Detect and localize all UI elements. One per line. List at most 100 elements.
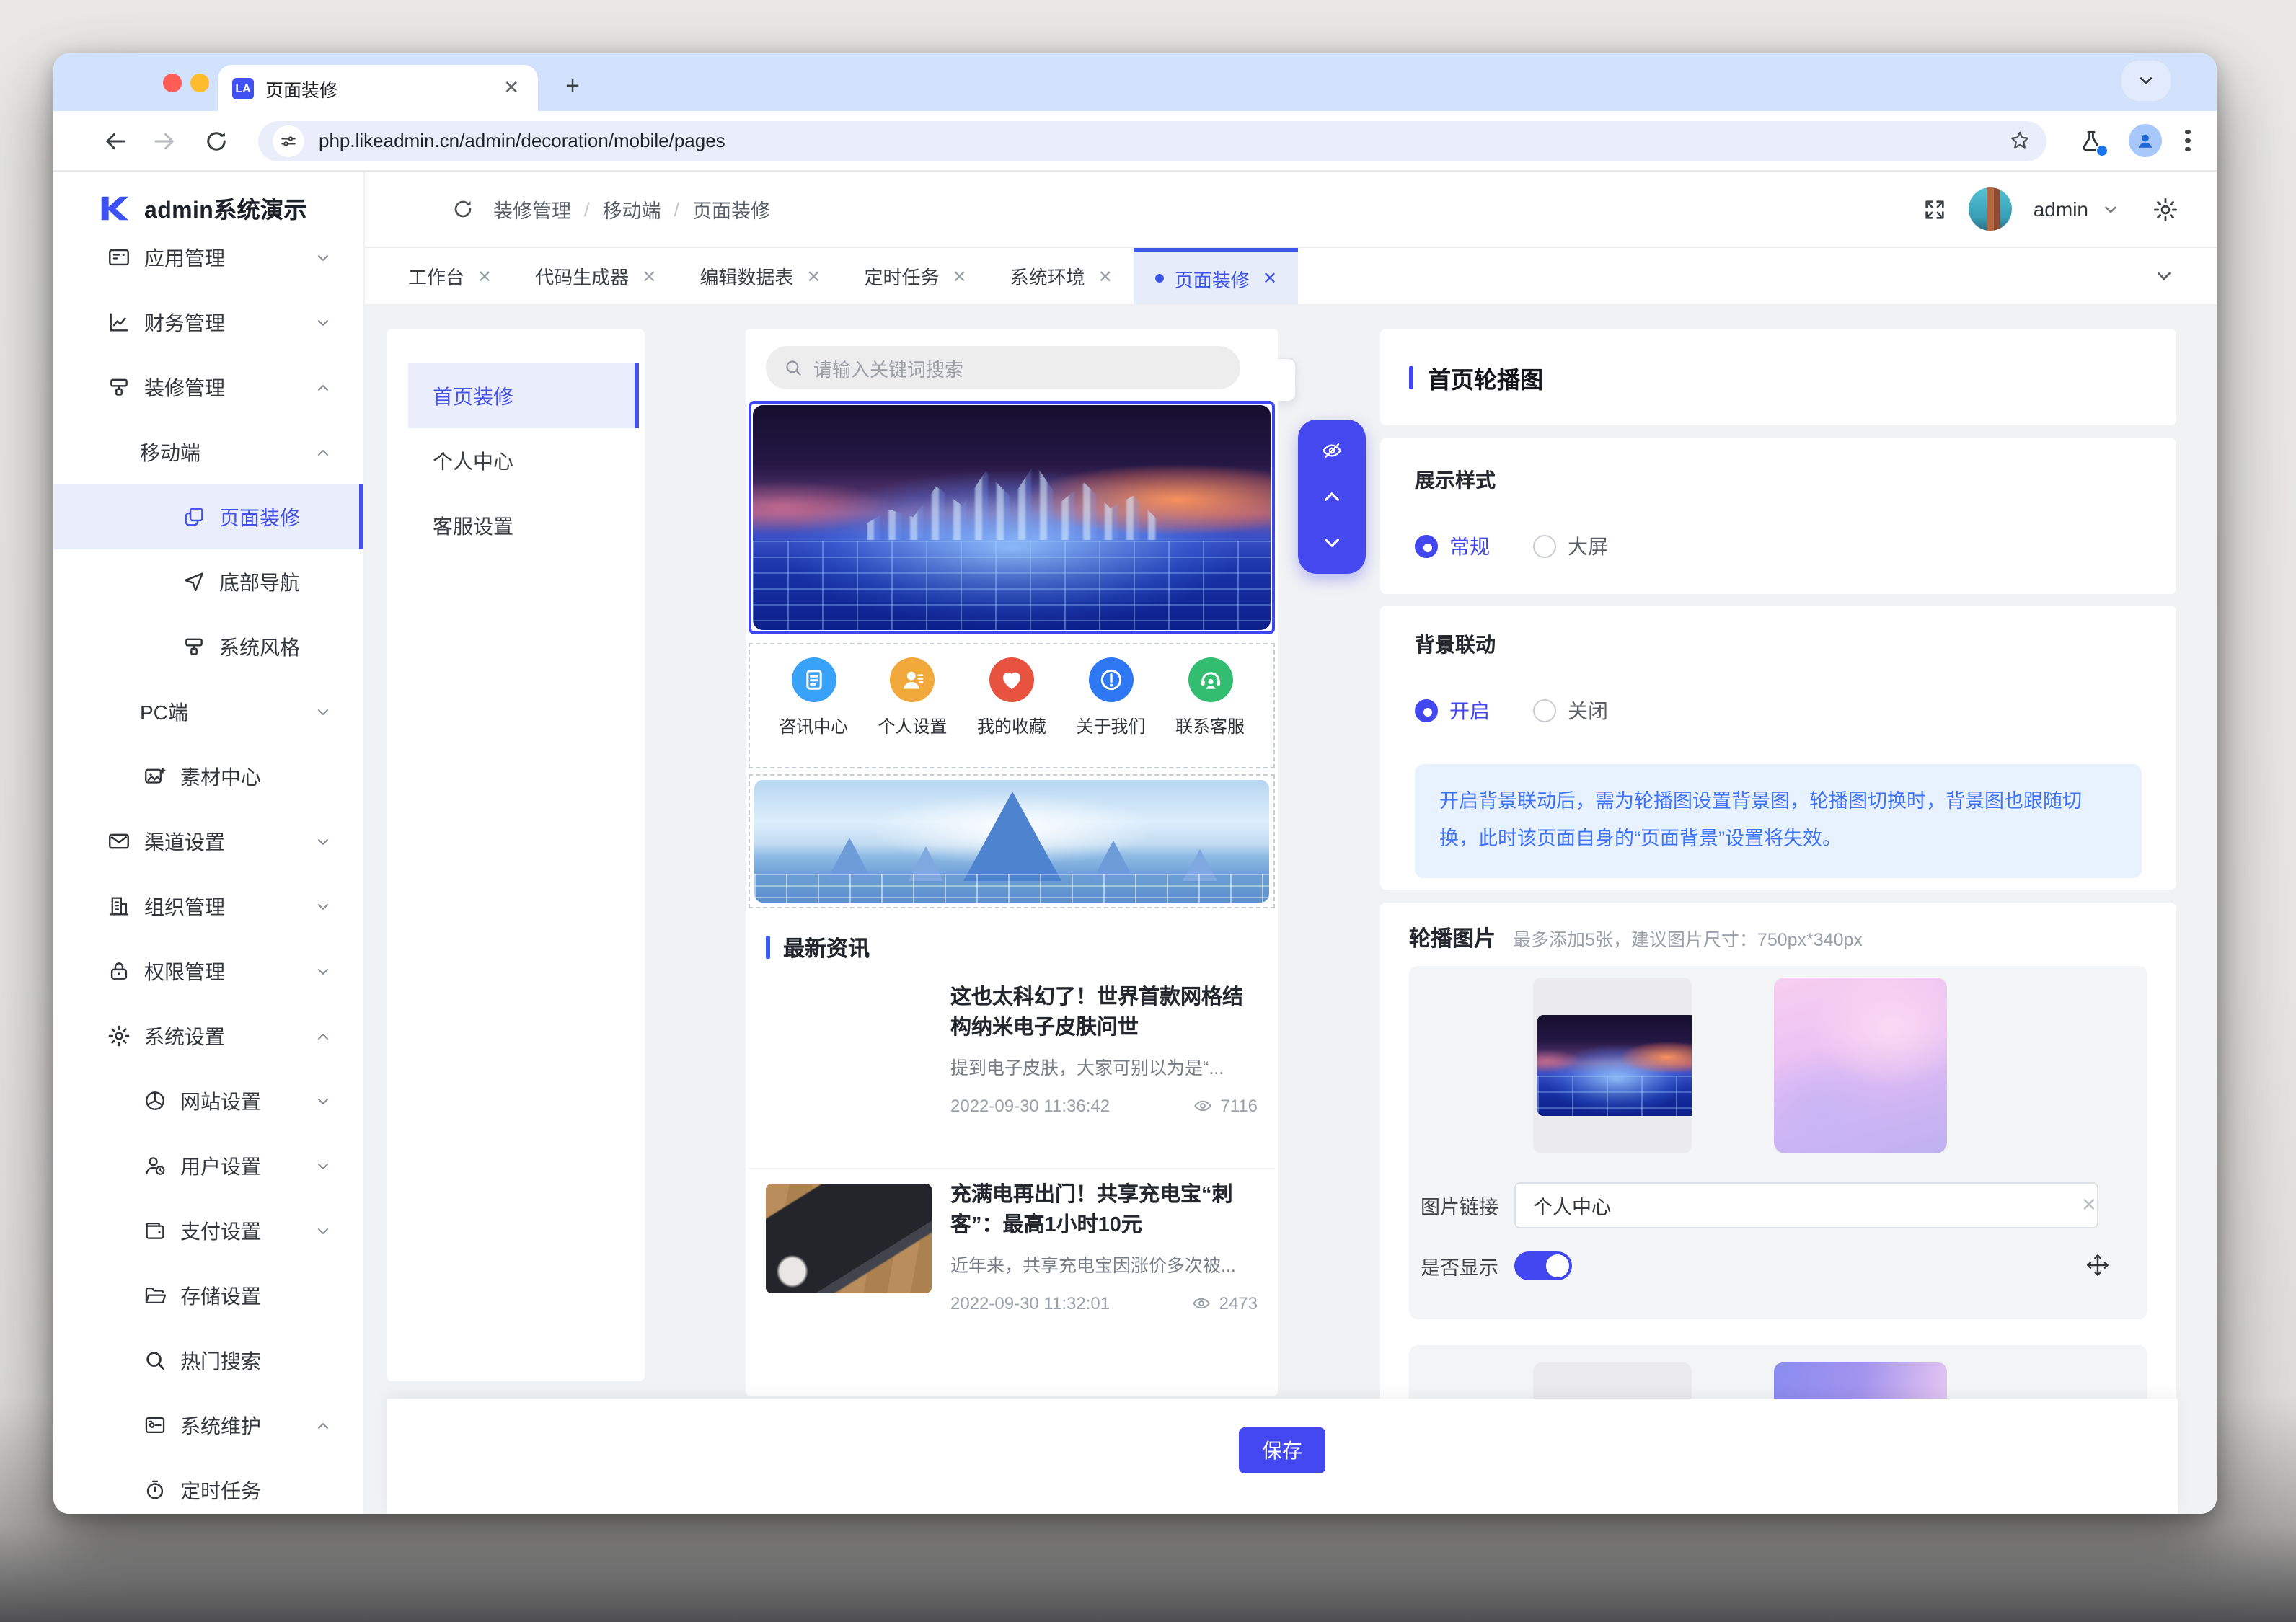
sidebar-item-cron-task[interactable]: 定时任务 [53,1458,363,1514]
user-name[interactable]: admin [2034,198,2088,221]
hide-widget-icon[interactable] [1320,438,1344,463]
nav-item[interactable]: 联系客服 [1167,657,1253,767]
sidebar-item-pay-settings[interactable]: 支付设置 [53,1198,363,1263]
save-button[interactable]: 保存 [1239,1427,1325,1473]
carousel-widget-selected[interactable] [749,401,1275,634]
address-bar[interactable]: php.likeadmin.cn/admin/decoration/mobile… [258,120,2046,161]
news-item[interactable]: 充满电再出门！共享充电宝“刺客”：最高1小时10元 近年来，共享充电宝因涨价多次… [749,1168,1275,1364]
tab-system-env[interactable]: 系统环境✕ [989,248,1134,304]
reload-icon[interactable] [203,128,229,154]
radio-normal[interactable]: 常规 [1415,532,1490,561]
search-icon [783,358,803,378]
sidebar-item-permission[interactable]: 权限管理 [53,939,363,1003]
close-icon[interactable]: ✕ [1263,268,1277,288]
sidebar-item-hot-search[interactable]: 热门搜索 [53,1328,363,1393]
nav-item[interactable]: 关于我们 [1068,657,1154,767]
sidebar-item-mobile[interactable]: 移动端 [53,420,363,484]
tab-label: 工作台 [408,262,464,290]
close-icon[interactable]: ✕ [477,266,492,286]
experiments-flask-icon[interactable] [2078,128,2104,154]
inspector-title: 首页轮播图 [1428,360,1543,394]
link-input[interactable] [1514,1182,2098,1228]
tab-close-icon[interactable]: ✕ [499,76,524,99]
sidebar-item-app-manage[interactable]: 应用管理 [53,225,363,290]
sidebar-item-organization[interactable]: 组织管理 [53,874,363,939]
breadcrumb-item[interactable]: 移动端 [603,195,661,223]
site-settings-icon[interactable] [273,125,304,156]
sidebar-item-decoration[interactable]: 装修管理 [53,355,363,420]
minimize-window-button[interactable] [190,74,209,92]
news-views: 7116 [1220,1096,1258,1116]
forward-icon[interactable] [151,128,177,154]
tab-page-decoration[interactable]: 页面装修✕ [1134,248,1299,304]
radio-label: 关闭 [1568,696,1608,725]
nav-item[interactable]: 咨讯中心 [770,657,857,767]
workspace-tabs: 工作台 ✕ 代码生成器✕ 编辑数据表✕ 定时任务✕ 系统环境✕ 页面装修✕ [365,248,2217,306]
sidebar-item-channel[interactable]: 渠道设置 [53,809,363,874]
sidebar-item-finance[interactable]: 财务管理 [53,290,363,355]
section-bar [1409,365,1413,389]
sidebar-item-material-center[interactable]: 素材中心 [53,744,363,809]
page-menu-item-home[interactable]: 首页装修 [408,363,639,428]
sidebar-item-storage-settings[interactable]: 存储设置 [53,1263,363,1328]
close-icon[interactable]: ✕ [806,266,821,286]
gear-icon[interactable] [2152,195,2179,223]
tab-workbench[interactable]: 工作台 ✕ [387,248,513,304]
close-icon[interactable]: ✕ [642,266,656,286]
news-circle-icon [791,657,836,702]
refresh-icon[interactable] [451,198,474,221]
about-circle-icon [1089,657,1134,702]
breadcrumb-item[interactable]: 装修管理 [493,195,571,223]
sidebar-item-label: 组织管理 [144,892,225,921]
page-menu-item-personal[interactable]: 个人中心 [408,428,639,493]
page-menu-item-service[interactable]: 客服设置 [408,493,639,558]
phone-search-bar[interactable]: 请输入关键词搜索 [766,346,1240,389]
ad-banner-widget[interactable] [749,774,1275,908]
news-item[interactable]: 这也太科幻了！世界首款网格结构纳米电子皮肤问世 提到电子皮肤，大家可别以为是“.… [749,972,1275,1168]
radio-large[interactable]: 大屏 [1533,532,1608,561]
chevron-up-icon [314,378,332,396]
style-icon [182,634,206,659]
browser-menu-icon[interactable] [2185,130,2190,152]
sidebar-item-label: 权限管理 [144,957,225,985]
sidebar-item-page-decoration[interactable]: 页面装修 [53,484,363,549]
move-down-icon[interactable] [1320,531,1344,555]
tab-edit-table[interactable]: 编辑数据表✕ [678,248,842,304]
browser-tab[interactable]: LA 页面装修 ✕ [218,65,538,111]
chrome-tab-strip: LA 页面装修 ✕ + [53,53,2217,111]
drag-handle-icon[interactable] [2085,1253,2110,1277]
avatar[interactable] [1969,187,2012,231]
fullscreen-icon[interactable] [1922,197,1947,221]
back-icon[interactable] [102,128,128,154]
tab-code-generator[interactable]: 代码生成器✕ [513,248,678,304]
tab-cron-task[interactable]: 定时任务✕ [842,248,988,304]
sidebar-item-user-settings[interactable]: 用户设置 [53,1133,363,1198]
breadcrumb-item[interactable]: 页面装修 [692,195,770,223]
radio-enable[interactable]: 开启 [1415,696,1490,725]
nav-menu-widget[interactable]: 咨讯中心 个人设置 我的收藏 关于我们 联系客服 [749,643,1275,768]
sidebar-item-bottom-nav[interactable]: 底部导航 [53,549,363,614]
nav-item[interactable]: 我的收藏 [968,657,1055,767]
close-icon[interactable]: ✕ [953,266,967,286]
footer-bar: 保存 [387,1399,2178,1514]
bookmark-star-icon[interactable] [2008,128,2032,153]
visible-toggle[interactable] [1514,1251,1572,1280]
sidebar-item-pc[interactable]: PC端 [53,679,363,744]
close-icon[interactable]: ✕ [1098,266,1113,286]
radio-disable[interactable]: 关闭 [1533,696,1608,725]
carousel-thumb[interactable] [1533,978,1692,1153]
tab-search-button[interactable] [2121,61,2171,101]
sidebar-item-website-settings[interactable]: 网站设置 [53,1068,363,1133]
sidebar-item-system-style[interactable]: 系统风格 [53,614,363,679]
new-tab-button[interactable]: + [552,66,593,107]
clear-icon[interactable]: ✕ [2081,1194,2097,1217]
move-up-icon[interactable] [1320,484,1344,509]
sidebar-item-system-settings[interactable]: 系统设置 [53,1003,363,1068]
sidebar-item-label: 装修管理 [144,373,225,402]
background-thumb[interactable] [1774,978,1947,1153]
nav-item[interactable]: 个人设置 [870,657,956,767]
sidebar-item-system-maintain[interactable]: 系统维护 [53,1393,363,1458]
close-window-button[interactable] [163,74,182,92]
tabs-dropdown-icon[interactable] [2153,265,2175,287]
browser-profile-icon[interactable] [2129,124,2162,157]
